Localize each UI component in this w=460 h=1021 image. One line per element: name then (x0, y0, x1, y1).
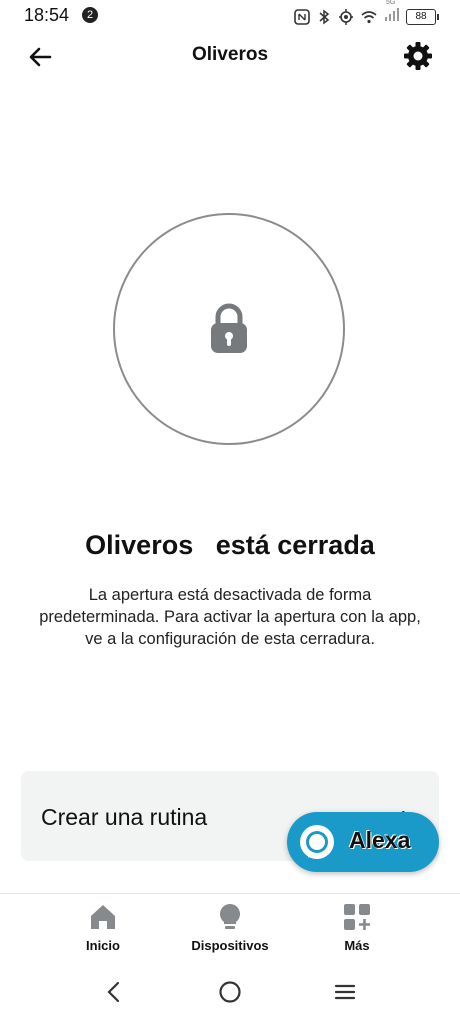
home-nav-icon[interactable] (217, 979, 243, 1005)
signal-icon: 5G (384, 0, 400, 28)
alexa-logo-icon (300, 825, 334, 859)
menu-nav-icon[interactable] (332, 979, 358, 1005)
home-icon (91, 905, 115, 929)
bottom-nav: Inicio Dispositivos Más (0, 893, 460, 964)
alexa-label: Alexa (349, 827, 411, 853)
nav-label-dispositivos: Dispositivos (191, 938, 269, 953)
location-icon (339, 8, 353, 25)
lock-status-heading: Oliveros está cerrada (85, 530, 375, 560)
status-bar: 18:54 2 5G 88 (0, 0, 460, 32)
battery-icon: 88 (406, 8, 439, 25)
padlock-icon (211, 303, 247, 353)
page-title: Oliveros (191, 44, 269, 65)
back-nav-icon[interactable] (101, 979, 127, 1005)
nav-item-dispositivos[interactable]: Dispositivos (175, 902, 285, 953)
nav-label-inicio: Inicio (86, 938, 120, 953)
network-label: 5G (386, 0, 396, 6)
app-header: Oliveros (0, 32, 460, 80)
more-grid-icon (344, 904, 370, 930)
nfc-icon (294, 8, 310, 25)
nav-item-mas[interactable]: Más (302, 902, 412, 953)
gear-icon (404, 42, 432, 70)
nav-item-inicio[interactable]: Inicio (48, 902, 158, 953)
alexa-button[interactable]: Alexa (287, 812, 439, 872)
lock-toggle-circle[interactable] (113, 213, 345, 445)
wifi-icon (361, 10, 377, 23)
system-navigation-bar (0, 963, 460, 1021)
notification-badge: 2 (82, 7, 98, 23)
status-icons: 5G 88 (294, 0, 439, 28)
lock-description: La apertura está desactivada de forma pr… (39, 586, 421, 648)
settings-button[interactable] (402, 40, 434, 72)
lightbulb-icon (220, 904, 240, 929)
signal-bars-icon (385, 8, 399, 21)
bluetooth-icon (319, 9, 330, 24)
status-time: 18:54 (24, 5, 70, 25)
nav-label-mas: Más (344, 938, 370, 953)
create-routine-label: Crear una rutina (41, 804, 208, 830)
